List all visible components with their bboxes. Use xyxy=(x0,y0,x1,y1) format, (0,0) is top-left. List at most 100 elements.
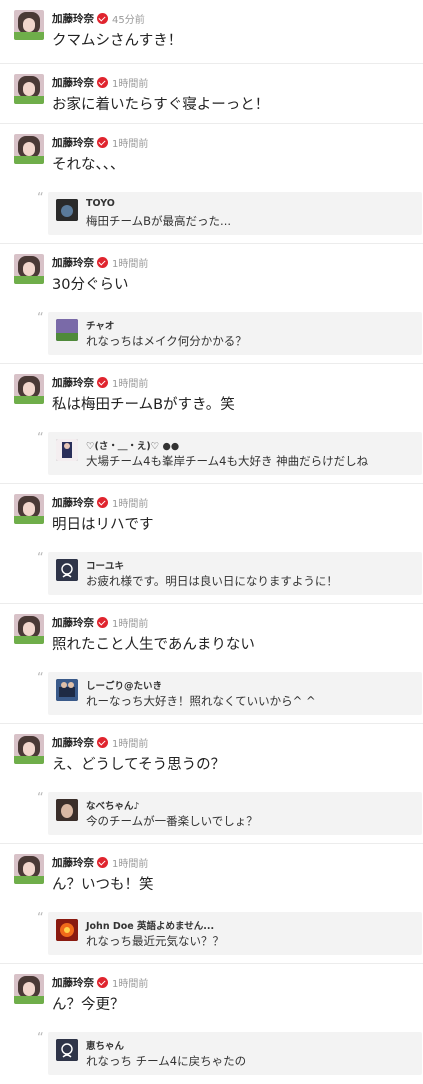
author-name[interactable]: 加藤玲奈 1時間前 xyxy=(52,255,148,270)
reply-avatar[interactable] xyxy=(56,1039,78,1061)
timestamp: 1時間前 xyxy=(112,499,149,510)
post-text: お家に着いたらすぐ寝よーっと！ xyxy=(52,97,270,113)
avatar[interactable] xyxy=(14,734,44,764)
quote-mark-icon: “ xyxy=(37,551,44,566)
reply-author[interactable]: コーユキ xyxy=(86,558,124,572)
avatar[interactable] xyxy=(14,374,44,404)
quote-mark-icon: “ xyxy=(37,311,44,326)
post-item: 加藤玲奈 1時間前 それな、、、 “ TOYO 梅田チームBが最高だった... xyxy=(0,124,423,244)
verified-check-icon xyxy=(97,977,108,988)
verified-check-icon xyxy=(97,137,108,148)
post-item: 加藤玲奈 1時間前 ん？いつも！笑 “ John Doe 英語よめません... れ… xyxy=(0,844,423,964)
post-item: 加藤玲奈 1時間前 お家に着いたらすぐ寝よーっと！ xyxy=(0,64,423,124)
post-item: 加藤玲奈 1時間前 30分ぐらい “ チャオ れなっちはメイク何分かかる？ xyxy=(0,244,423,364)
author-name[interactable]: 加藤玲奈 1時間前 xyxy=(52,975,148,990)
post-text: ん？今更？ xyxy=(52,997,125,1013)
avatar[interactable] xyxy=(14,74,44,104)
reply-text: 今のチームが一番楽しいでしょ？ xyxy=(86,814,258,828)
reply-text: 大場チーム4も峯岸チーム4も大好き 神曲だらけだしね xyxy=(86,454,369,468)
verified-check-icon xyxy=(97,497,108,508)
reply-text: お疲れ様です。明日は良い日になりますように！ xyxy=(86,574,338,588)
author-name[interactable]: 加藤玲奈 1時間前 xyxy=(52,735,148,750)
reply-author[interactable]: なべちゃん♪ xyxy=(86,798,140,812)
author-name[interactable]: 加藤玲奈 1時間前 xyxy=(52,375,148,390)
avatar[interactable] xyxy=(14,254,44,284)
quote-mark-icon: “ xyxy=(37,791,44,806)
reply-author[interactable]: ♡(さ・＿・え)♡ ●● xyxy=(86,438,179,452)
reply-text: れーなっち大好き！照れなくていいから^ ^ xyxy=(86,694,316,708)
avatar[interactable] xyxy=(14,494,44,524)
author-name[interactable]: 加藤玲奈 1時間前 xyxy=(52,615,148,630)
author-name[interactable]: 加藤玲奈 1時間前 xyxy=(52,855,148,870)
timestamp: 1時間前 xyxy=(112,979,149,990)
avatar[interactable] xyxy=(14,134,44,164)
author-name[interactable]: 加藤玲奈 45分前 xyxy=(52,11,145,26)
post-text: クマムシさんすき！ xyxy=(52,33,183,49)
quote-mark-icon: “ xyxy=(37,431,44,446)
avatar[interactable] xyxy=(14,614,44,644)
feed: 加藤玲奈 45分前 クマムシさんすき！ 加藤玲奈 1時間前 お家に着いたらすぐ寝よー… xyxy=(0,0,423,1084)
reply-card[interactable]: John Doe 英語よめません... れなっち最近元気ない？？ xyxy=(48,912,422,955)
author-name[interactable]: 加藤玲奈 1時間前 xyxy=(52,75,148,90)
post-text: 私は梅田チームBがすき。笑 xyxy=(52,397,235,413)
verified-check-icon xyxy=(97,857,108,868)
reply-card[interactable]: TOYO 梅田チームBが最高だった... xyxy=(48,192,422,235)
reply-card[interactable]: なべちゃん♪ 今のチームが一番楽しいでしょ？ xyxy=(48,792,422,835)
reply-text: れなっち最近元気ない？？ xyxy=(86,934,224,948)
author-name[interactable]: 加藤玲奈 1時間前 xyxy=(52,495,148,510)
verified-check-icon xyxy=(97,737,108,748)
post-text: え、どうしてそう思うの？ xyxy=(52,757,226,773)
reply-author[interactable]: チャオ xyxy=(86,318,114,332)
reply-author[interactable]: 恵ちゃん xyxy=(86,1038,124,1052)
post-text: ん？いつも！笑 xyxy=(52,877,154,893)
reply-avatar[interactable] xyxy=(56,439,78,461)
timestamp: 1時間前 xyxy=(112,139,149,150)
avatar[interactable] xyxy=(14,854,44,884)
quote-mark-icon: “ xyxy=(37,191,44,206)
reply-avatar[interactable] xyxy=(56,919,78,941)
post-text: 照れたこと人生であんまりない xyxy=(52,637,255,653)
post-text: 明日はリハです xyxy=(52,517,154,533)
post-item: 加藤玲奈 1時間前 ん？今更？ “ 恵ちゃん れなっち チーム4に戻ちゃたの xyxy=(0,964,423,1084)
reply-text: 梅田チームBが最高だった... xyxy=(86,214,232,228)
reply-card[interactable]: チャオ れなっちはメイク何分かかる？ xyxy=(48,312,422,355)
avatar[interactable] xyxy=(14,10,44,40)
avatar[interactable] xyxy=(14,974,44,1004)
verified-check-icon xyxy=(97,377,108,388)
verified-check-icon xyxy=(97,617,108,628)
reply-card[interactable]: コーユキ お疲れ様です。明日は良い日になりますように！ xyxy=(48,552,422,595)
quote-mark-icon: “ xyxy=(37,911,44,926)
quote-mark-icon: “ xyxy=(37,671,44,686)
reply-card[interactable]: しーごり@たいき れーなっち大好き！照れなくていいから^ ^ xyxy=(48,672,422,715)
post-item: 加藤玲奈 45分前 クマムシさんすき！ xyxy=(0,0,423,64)
reply-author[interactable]: John Doe 英語よめません... xyxy=(86,918,214,932)
verified-check-icon xyxy=(97,77,108,88)
post-text: 30分ぐらい xyxy=(52,277,129,293)
quote-mark-icon: “ xyxy=(37,1031,44,1046)
reply-card[interactable]: ♡(さ・＿・え)♡ ●● 大場チーム4も峯岸チーム4も大好き 神曲だらけだしね xyxy=(48,432,422,475)
post-item: 加藤玲奈 1時間前 明日はリハです “ コーユキ お疲れ様です。明日は良い日になり… xyxy=(0,484,423,604)
post-item: 加藤玲奈 1時間前 え、どうしてそう思うの？ “ なべちゃん♪ 今のチームが一番楽… xyxy=(0,724,423,844)
reply-avatar[interactable] xyxy=(56,679,78,701)
reply-avatar[interactable] xyxy=(56,319,78,341)
post-text: それな、、、 xyxy=(52,157,125,173)
timestamp: 1時間前 xyxy=(112,79,149,90)
reply-avatar[interactable] xyxy=(56,559,78,581)
verified-check-icon xyxy=(97,13,108,24)
timestamp: 1時間前 xyxy=(112,619,149,630)
reply-avatar[interactable] xyxy=(56,199,78,221)
timestamp: 1時間前 xyxy=(112,859,149,870)
timestamp: 45分前 xyxy=(112,15,145,26)
author-name[interactable]: 加藤玲奈 1時間前 xyxy=(52,135,148,150)
timestamp: 1時間前 xyxy=(112,739,149,750)
post-item: 加藤玲奈 1時間前 照れたこと人生であんまりない “ しーごり@たいき れーなっち… xyxy=(0,604,423,724)
reply-author[interactable]: TOYO xyxy=(86,198,115,209)
verified-check-icon xyxy=(97,257,108,268)
reply-avatar[interactable] xyxy=(56,799,78,821)
reply-text: れなっちはメイク何分かかる？ xyxy=(86,334,247,348)
timestamp: 1時間前 xyxy=(112,259,149,270)
reply-text: れなっち チーム4に戻ちゃたの xyxy=(86,1054,247,1068)
timestamp: 1時間前 xyxy=(112,379,149,390)
post-item: 加藤玲奈 1時間前 私は梅田チームBがすき。笑 “ ♡(さ・＿・え)♡ ●● 大場… xyxy=(0,364,423,484)
reply-author[interactable]: しーごり@たいき xyxy=(86,678,162,692)
